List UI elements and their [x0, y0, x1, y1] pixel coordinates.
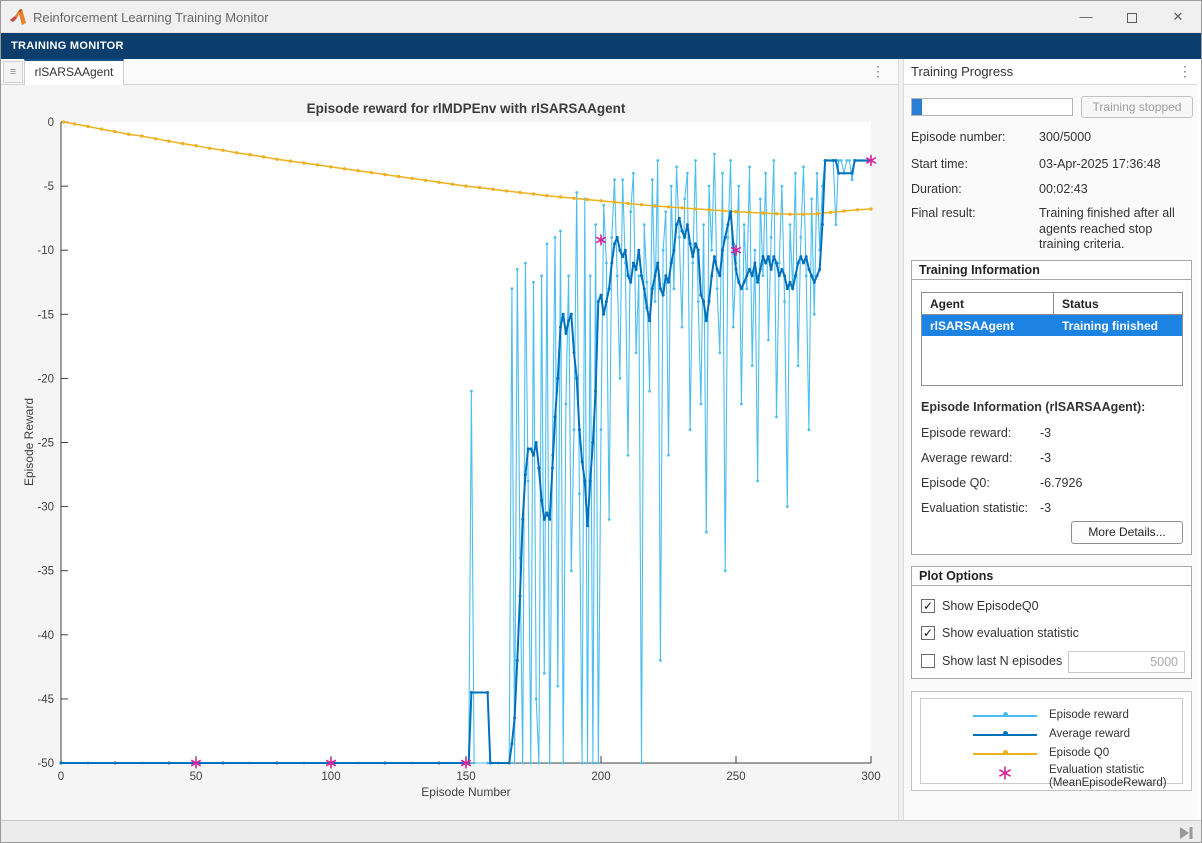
show-evaluation-statistic-label: Show evaluation statistic: [942, 626, 1079, 640]
duration-label: Duration:: [911, 182, 962, 196]
training-progress-panel: Training Progress ⋮ Training stopped Epi…: [904, 59, 1197, 820]
training-progress-bar-fill: [912, 99, 922, 115]
table-row[interactable]: rlSARSAAgent Training finished: [922, 315, 1182, 336]
document-tab-rlsarsaagent[interactable]: rlSARSAAgent: [24, 59, 124, 85]
close-button[interactable]: ✕: [1161, 1, 1195, 32]
legend-inner: Episode reward Average reward Episode Q0: [920, 698, 1183, 784]
episode-number-label: Episode number:: [911, 130, 1006, 144]
toolstrip-tab-training-monitor[interactable]: TRAINING MONITOR: [11, 40, 124, 52]
final-result-label: Final result:: [911, 206, 976, 220]
episode-reward-marker: [1003, 712, 1008, 717]
svg-text:-20: -20: [37, 373, 54, 385]
svg-text:-50: -50: [37, 758, 54, 770]
document-tab-bar: ≡ rlSARSAAgent ⋮: [1, 59, 898, 85]
last-n-episodes-input[interactable]: [1068, 651, 1185, 673]
app-window: Reinforcement Learning Training Monitor …: [0, 0, 1202, 843]
title-bar: Reinforcement Learning Training Monitor …: [1, 1, 1202, 33]
episode-q0-label: Episode Q0:: [921, 476, 990, 490]
svg-text:-30: -30: [37, 502, 54, 514]
legend-label: Episode reward: [1049, 709, 1129, 722]
legend-entry-evaluation-statistic: Evaluation statistic(MeanEpisodeReward): [921, 762, 1184, 792]
skip-to-end-icon[interactable]: [1179, 826, 1194, 840]
svg-text:50: 50: [190, 771, 203, 783]
legend-label: Evaluation statistic(MeanEpisodeReward): [1049, 764, 1167, 790]
average-reward-value: -3: [1040, 451, 1051, 465]
svg-text:-25: -25: [37, 438, 54, 450]
average-reward-label: Average reward:: [921, 451, 1013, 465]
evaluation-statistic-label: Evaluation statistic:: [921, 501, 1028, 515]
svg-text:-15: -15: [37, 309, 54, 321]
svg-text:0: 0: [58, 771, 64, 783]
document-bar-grip-icon[interactable]: ≡: [3, 61, 23, 83]
episode-information-title: Episode Information (rlSARSAAgent):: [921, 400, 1145, 414]
svg-text:250: 250: [726, 771, 745, 783]
legend-label: Average reward: [1049, 728, 1130, 741]
more-details-button[interactable]: More Details...: [1071, 521, 1183, 544]
show-episodeq0-checkbox[interactable]: ✓: [921, 599, 935, 613]
training-information-section: Training Information Agent Status rlSARS…: [911, 260, 1192, 555]
training-stopped-button[interactable]: Training stopped: [1081, 96, 1193, 118]
duration-value: 00:02:43: [1039, 182, 1195, 198]
maximize-button[interactable]: [1115, 1, 1149, 32]
svg-text:-5: -5: [44, 181, 54, 193]
legend-entry-episode-q0: Episode Q0: [921, 745, 1184, 763]
legend-entry-episode-reward: Episode reward: [921, 707, 1184, 725]
legend-label: Episode Q0: [1049, 747, 1109, 760]
status-column-header: Status: [1054, 293, 1182, 314]
show-evaluation-statistic-checkbox[interactable]: ✓: [921, 626, 935, 640]
svg-text:-35: -35: [37, 566, 54, 578]
svg-text:150: 150: [456, 771, 475, 783]
legend-box: Episode reward Average reward Episode Q0: [911, 691, 1192, 791]
agent-cell: rlSARSAAgent: [922, 315, 1054, 336]
svg-text:-45: -45: [37, 694, 54, 706]
status-bar: [1, 820, 1202, 843]
training-chart[interactable]: 0 -5 -10 -15 -20 -25 -30 -35 -40 -45 -50 0 50 100 150 2…: [1, 85, 898, 820]
agent-column-header: Agent: [922, 293, 1054, 314]
training-progress-menu-icon[interactable]: ⋮: [1176, 63, 1194, 80]
average-reward-marker: [1003, 731, 1008, 736]
agent-status-table[interactable]: Agent Status rlSARSAAgent Training finis…: [921, 292, 1183, 386]
window-title: Reinforcement Learning Training Monitor: [33, 10, 269, 25]
episode-q0-value: -6.7926: [1040, 476, 1082, 490]
svg-text:-10: -10: [37, 245, 54, 257]
training-progress-header: Training Progress ⋮: [904, 59, 1197, 85]
start-time-value: 03-Apr-2025 17:36:48: [1039, 157, 1195, 173]
training-information-title: Training Information: [912, 261, 1191, 280]
start-time-label: Start time:: [911, 157, 968, 171]
svg-text:100: 100: [321, 771, 340, 783]
matlab-logo-icon: [10, 9, 27, 25]
episode-number-value: 300/5000: [1039, 130, 1195, 146]
document-bar-menu-icon[interactable]: ⋮: [869, 63, 887, 80]
legend-entry-average-reward: Average reward: [921, 726, 1184, 744]
toolstrip: TRAINING MONITOR: [1, 33, 1202, 59]
episode-reward-label: Episode reward:: [921, 426, 1011, 440]
svg-text:0: 0: [48, 117, 54, 129]
episode-q0-marker: [1003, 750, 1008, 755]
evaluation-statistic-value: -3: [1040, 501, 1051, 515]
final-result-value: Training finished after all agents reach…: [1039, 206, 1195, 253]
svg-text:300: 300: [861, 771, 880, 783]
show-episodeq0-label: Show EpisodeQ0: [942, 599, 1039, 613]
show-last-n-episodes-checkbox[interactable]: [921, 654, 935, 668]
svg-text:-40: -40: [37, 630, 54, 642]
status-cell: Training finished: [1054, 315, 1182, 336]
episode-reward-value: -3: [1040, 426, 1051, 440]
training-progress-bar: [911, 98, 1073, 116]
chart-panel: Episode reward for rlMDPEnv with rlSARSA…: [1, 85, 898, 820]
training-progress-title: Training Progress: [911, 64, 1013, 79]
show-last-n-episodes-label: Show last N episodes: [942, 654, 1062, 668]
evaluation-statistic-asterisk-icon: [997, 765, 1013, 781]
plot-options-title: Plot Options: [912, 567, 1191, 586]
plot-options-section: Plot Options ✓ Show EpisodeQ0 ✓ Show eva…: [911, 566, 1192, 679]
svg-text:200: 200: [591, 771, 610, 783]
table-header-row: Agent Status: [922, 293, 1182, 315]
minimize-button[interactable]: —: [1069, 1, 1103, 32]
